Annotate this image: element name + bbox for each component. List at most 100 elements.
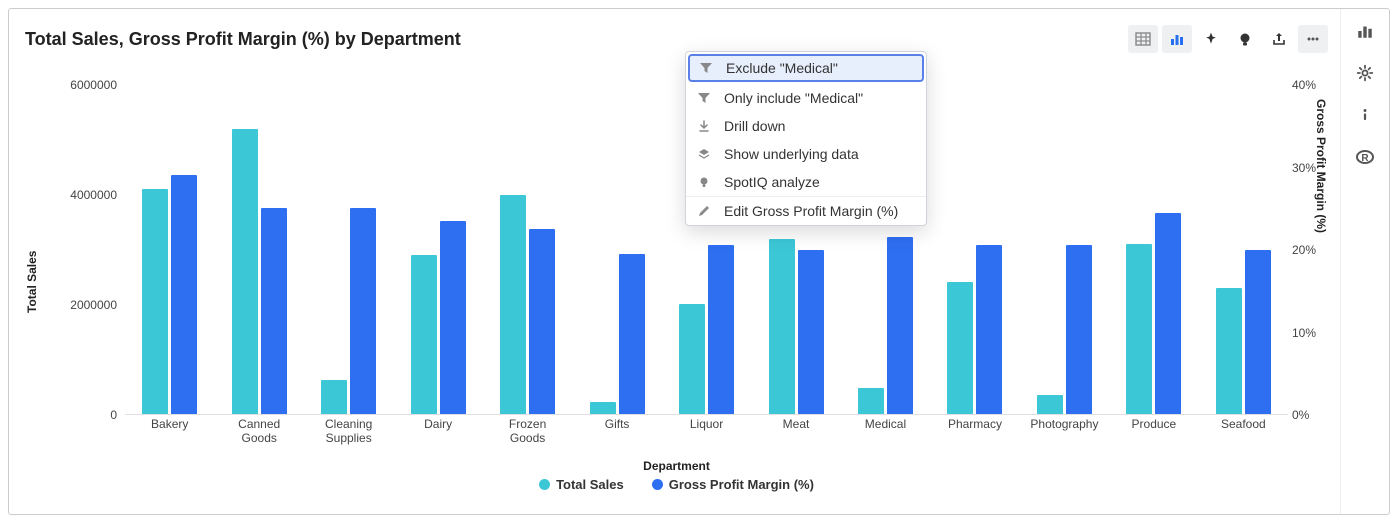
bar-group[interactable] [1199,85,1288,414]
x-categories: BakeryCannedGoodsCleaningSuppliesDairyFr… [125,417,1288,446]
bar-group[interactable] [393,85,482,414]
rail-settings-button[interactable] [1349,57,1381,89]
bar-total-sales[interactable] [590,402,616,414]
x-category-label: Meat [751,417,840,446]
info-icon [1356,106,1374,124]
bar-gross-profit-margin[interactable] [1245,250,1271,415]
y-right-tick: 10% [1292,326,1324,340]
rail-r-button[interactable]: R [1349,141,1381,173]
y-right-ticks: 0%10%20%30%40% [1292,85,1324,415]
bar-total-sales[interactable] [858,388,884,414]
bar-gross-profit-margin[interactable] [887,237,913,414]
legend-item-margin[interactable]: Gross Profit Margin (%) [652,477,814,492]
x-category-label: Dairy [393,417,482,446]
bar-gross-profit-margin[interactable] [708,245,734,414]
chart-toolbar [1128,25,1328,53]
x-category-label: FrozenGoods [483,417,572,446]
menu-item-underlying-data[interactable]: Show underlying data [686,140,926,168]
bar-gross-profit-margin[interactable] [619,254,645,414]
gear-icon [1356,64,1374,82]
menu-item-label: Drill down [724,118,785,134]
bar-gross-profit-margin[interactable] [350,208,376,414]
bar-group[interactable] [930,85,1019,414]
menu-item-label: Show underlying data [724,146,859,162]
menu-item-label: Edit Gross Profit Margin (%) [724,203,898,219]
bar-group[interactable] [572,85,661,414]
y-right-tick: 20% [1292,243,1324,257]
table-view-button[interactable] [1128,25,1158,53]
menu-item-only-include[interactable]: Only include "Medical" [686,84,926,112]
bar-gross-profit-margin[interactable] [798,250,824,415]
legend-label: Total Sales [556,477,624,492]
menu-item-label: Exclude "Medical" [726,60,838,76]
x-category-label: Bakery [125,417,214,446]
bar-group[interactable] [214,85,303,414]
chart-view-button[interactable] [1162,25,1192,53]
menu-item-edit-measure[interactable]: Edit Gross Profit Margin (%) [686,197,926,225]
legend-item-sales[interactable]: Total Sales [539,477,624,492]
x-category-label: Seafood [1199,417,1288,446]
bar-group[interactable] [125,85,214,414]
bulb-icon [696,175,712,189]
x-category-label: CannedGoods [214,417,303,446]
bar-total-sales[interactable] [1216,288,1242,414]
bar-total-sales[interactable] [232,129,258,414]
bar-total-sales[interactable] [769,239,795,414]
side-rail: R [1341,9,1389,514]
bar-gross-profit-margin[interactable] [440,221,466,414]
bar-gross-profit-margin[interactable] [261,208,287,414]
x-category-label: Medical [841,417,930,446]
menu-item-spotiq-analyze[interactable]: SpotIQ analyze [686,168,926,196]
bar-chart-icon [1169,31,1185,47]
menu-item-label: Only include "Medical" [724,90,863,106]
y-left-tick: 4000000 [57,188,117,202]
bar-total-sales[interactable] [1037,395,1063,414]
pin-button[interactable] [1196,25,1226,53]
menu-item-label: SpotIQ analyze [724,174,820,190]
table-icon [1135,31,1151,47]
bar-group[interactable] [304,85,393,414]
layers-icon [696,147,712,161]
bar-total-sales[interactable] [679,304,705,414]
bar-group[interactable] [1020,85,1109,414]
drill-icon [696,119,712,133]
bar-gross-profit-margin[interactable] [976,245,1002,414]
pencil-icon [696,204,712,218]
y-left-axis-label: Total Sales [25,251,39,313]
bar-total-sales[interactable] [1126,244,1152,414]
bar-gross-profit-margin[interactable] [1155,213,1181,415]
bar-total-sales[interactable] [321,380,347,414]
legend-label: Gross Profit Margin (%) [669,477,814,492]
bar-gross-profit-margin[interactable] [529,229,555,414]
y-left-tick: 6000000 [57,78,117,92]
y-right-tick: 30% [1292,161,1324,175]
bar-gross-profit-margin[interactable] [171,175,197,414]
x-category-label: Photography [1020,417,1109,446]
bar-group[interactable] [1109,85,1198,414]
x-axis-label: Department [25,459,1328,473]
bar-total-sales[interactable] [500,195,526,414]
bar-total-sales[interactable] [947,282,973,414]
filter-icon [696,91,712,105]
spotiq-button[interactable] [1230,25,1260,53]
bar-gross-profit-margin[interactable] [1066,245,1092,414]
chart-legend: Total Sales Gross Profit Margin (%) [25,477,1328,492]
bar-group[interactable] [483,85,572,414]
rail-chart-config-button[interactable] [1349,15,1381,47]
x-category-label: Pharmacy [930,417,1019,446]
bar-total-sales[interactable] [142,189,168,414]
more-button[interactable] [1298,25,1328,53]
share-button[interactable] [1264,25,1294,53]
chart-title: Total Sales, Gross Profit Margin (%) by … [25,29,461,50]
bulb-icon [1237,31,1253,47]
r-icon: R [1355,147,1375,167]
rail-info-button[interactable] [1349,99,1381,131]
menu-item-exclude[interactable]: Exclude "Medical" [688,54,924,82]
x-category-label: CleaningSupplies [304,417,393,446]
menu-item-drill-down[interactable]: Drill down [686,112,926,140]
x-category-label: Liquor [662,417,751,446]
x-category-label: Gifts [572,417,661,446]
dots-icon [1305,31,1321,47]
filter-icon [698,61,714,75]
bar-total-sales[interactable] [411,255,437,414]
